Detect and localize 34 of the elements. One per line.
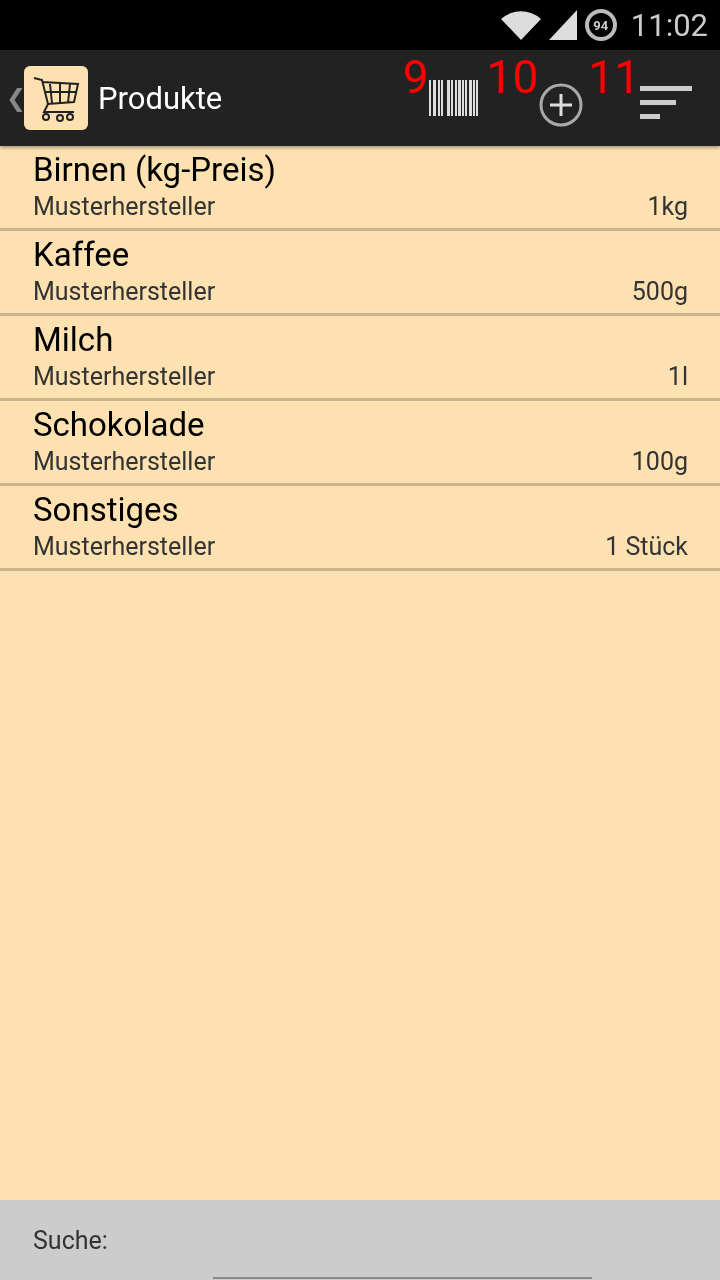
product-name: Sonstiges — [33, 490, 180, 530]
barcode-icon[interactable] — [428, 80, 479, 116]
back-caret[interactable]: ❮ — [6, 84, 24, 112]
annotation-number: 11 — [588, 54, 640, 100]
product-name: Kaffee — [33, 235, 131, 275]
app-logo[interactable] — [24, 66, 88, 130]
manufacturer: Musterhersteller — [33, 361, 216, 393]
unit-size: 500g — [631, 276, 688, 308]
product-name: Schokolade — [33, 405, 206, 445]
unit-size: 100g — [631, 446, 688, 478]
product-row[interactable]: Milch Musterhersteller 1l — [0, 316, 720, 401]
unit-size: 1kg — [647, 191, 688, 223]
unit-size: 1l — [667, 361, 688, 393]
wifi-icon — [500, 10, 541, 40]
product-name: Birnen (kg-Preis) — [33, 150, 277, 190]
clock: 11:02 — [630, 6, 708, 44]
signal-icon — [548, 10, 577, 40]
search-label: Suche: — [33, 1225, 108, 1255]
manufacturer: Musterhersteller — [33, 191, 216, 223]
product-row[interactable]: Sonstiges Musterhersteller 1 Stück — [0, 486, 720, 571]
product-row[interactable]: Birnen (kg-Preis) Musterhersteller 1kg — [0, 146, 720, 231]
unit-size: 1 Stück — [605, 531, 688, 563]
battery-indicator: 94 — [584, 9, 617, 41]
add-icon[interactable] — [538, 82, 585, 128]
sort-icon[interactable] — [640, 86, 692, 120]
manufacturer: Musterhersteller — [33, 531, 216, 563]
manufacturer: Musterhersteller — [33, 276, 216, 308]
manufacturer: Musterhersteller — [33, 446, 216, 478]
product-row[interactable]: Schokolade Musterhersteller 100g — [0, 401, 720, 486]
annotation-number: 10 — [486, 54, 539, 100]
screen-title: Produkte — [98, 79, 223, 117]
product-name: Milch — [33, 320, 115, 360]
product-row[interactable]: Kaffee Musterhersteller 500g — [0, 231, 720, 316]
annotation-number: 9 — [402, 54, 429, 100]
